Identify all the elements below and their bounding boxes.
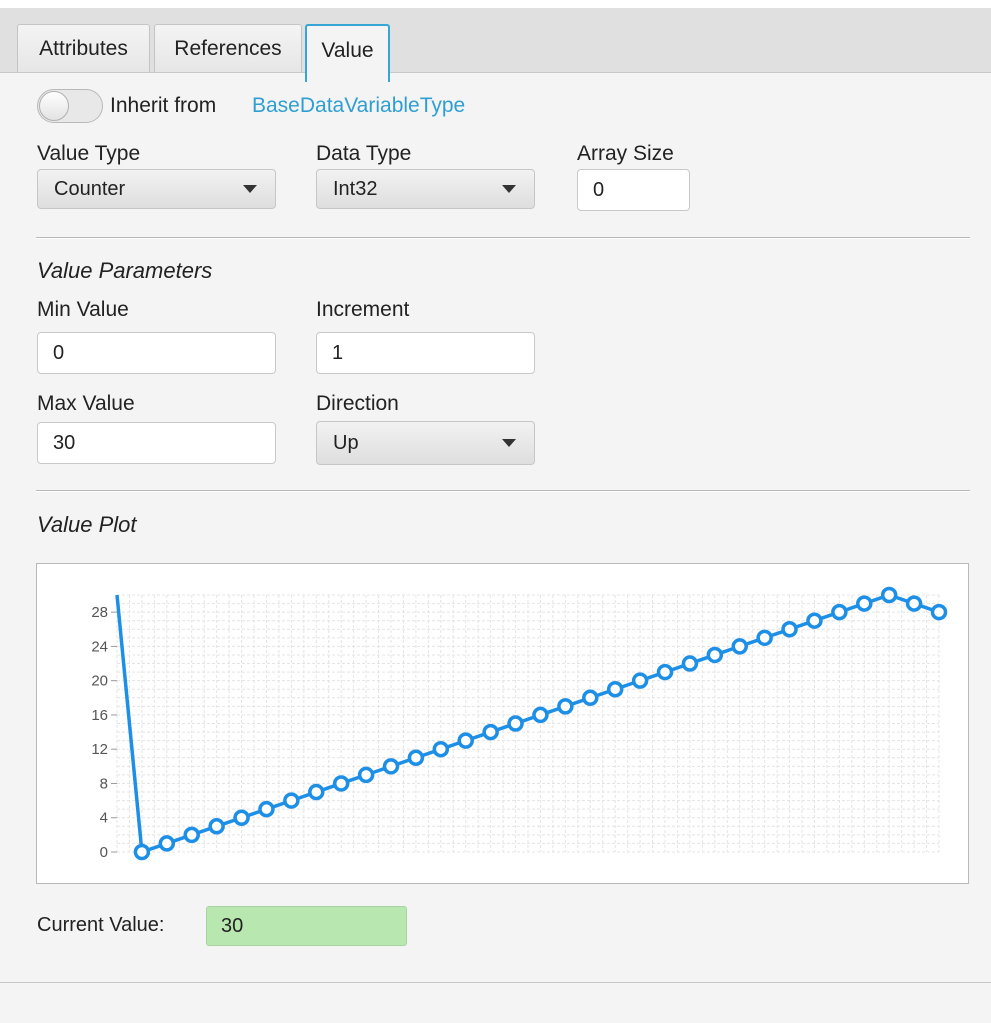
array-size-input[interactable]: 0	[577, 169, 690, 211]
data-point	[856, 595, 873, 612]
data-point	[283, 792, 300, 809]
data-point	[332, 775, 350, 792]
data-point	[208, 818, 225, 835]
current-value-label: Current Value:	[37, 914, 165, 936]
value-type-label: Value Type	[37, 142, 141, 165]
data-type-label: Data Type	[316, 142, 412, 165]
y-tick-label: 8	[100, 775, 108, 792]
y-tick-label: 4	[100, 810, 108, 827]
data-point	[357, 766, 375, 784]
tab-references[interactable]: References	[154, 24, 302, 72]
y-tick-label: 0	[100, 844, 108, 861]
data-point	[158, 835, 176, 852]
data-point	[756, 629, 773, 647]
chevron-down-icon	[243, 185, 257, 193]
data-type-selected: Int32	[333, 178, 378, 200]
array-size-label: Array Size	[577, 142, 674, 165]
data-point	[407, 749, 425, 767]
increment-input[interactable]: 1	[316, 332, 535, 374]
min-value-input[interactable]: 0	[37, 332, 276, 374]
data-point	[781, 621, 798, 638]
data-point	[382, 758, 400, 775]
inherit-label: Inherit from	[110, 94, 217, 117]
chevron-down-icon	[502, 185, 516, 193]
value-type-select[interactable]: Counter	[37, 169, 276, 209]
value-type-selected: Counter	[54, 178, 126, 200]
tab-value[interactable]: Value	[305, 24, 390, 82]
chevron-down-icon	[502, 439, 516, 447]
y-tick-label: 16	[91, 707, 108, 724]
inherit-type-link[interactable]: BaseDataVariableType	[252, 94, 465, 118]
y-tick-label: 28	[91, 604, 108, 621]
inherit-toggle[interactable]	[37, 89, 103, 123]
data-point	[880, 586, 898, 604]
separator	[36, 237, 970, 239]
max-value-label: Max Value	[37, 392, 135, 415]
data-point	[457, 732, 474, 749]
bottom-separator	[0, 982, 991, 983]
data-point	[183, 826, 200, 844]
data-point	[831, 603, 848, 621]
max-value-input[interactable]: 30	[37, 422, 276, 464]
data-type-select[interactable]: Int32	[316, 169, 535, 209]
data-point	[507, 715, 524, 732]
direction-select[interactable]: Up	[316, 421, 535, 465]
data-point	[806, 612, 823, 629]
current-value-display: 30	[206, 906, 407, 946]
tab-attributes[interactable]: Attributes	[17, 24, 150, 72]
value-plot-svg: 0 4 8 12 16 20 24 28	[91, 586, 948, 861]
data-point	[233, 809, 250, 826]
toggle-knob	[39, 91, 69, 121]
direction-selected: Up	[333, 432, 359, 454]
tab-bar: Attributes References Value	[0, 8, 991, 82]
y-tick-label: 12	[91, 741, 108, 758]
min-value-label: Min Value	[37, 298, 129, 321]
separator	[36, 490, 970, 492]
data-point	[731, 638, 748, 655]
data-point	[557, 698, 574, 715]
value-plot: 0 4 8 12 16 20 24 28	[36, 563, 969, 884]
data-point	[482, 723, 499, 741]
value-parameters-heading: Value Parameters	[37, 258, 213, 283]
increment-label: Increment	[316, 298, 410, 321]
data-point	[706, 646, 724, 664]
data-point	[432, 740, 450, 758]
data-point	[308, 783, 325, 801]
data-point	[133, 843, 151, 861]
y-tick-label: 24	[91, 638, 108, 655]
data-point	[930, 603, 948, 621]
data-point	[631, 672, 649, 689]
data-point	[656, 663, 674, 681]
data-point	[532, 706, 549, 724]
data-point	[681, 655, 699, 672]
data-point	[258, 800, 275, 818]
data-point	[606, 680, 624, 698]
direction-label: Direction	[316, 392, 399, 415]
y-tick-label: 20	[91, 673, 108, 690]
window-top-strip	[0, 0, 991, 8]
data-point	[582, 689, 599, 707]
data-point	[905, 595, 923, 612]
value-plot-heading: Value Plot	[37, 512, 137, 537]
